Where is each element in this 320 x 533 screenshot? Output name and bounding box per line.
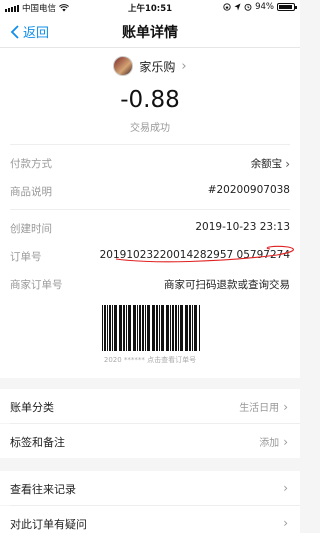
tags-notes-value: 添加 [259,438,280,449]
status-bar: 中国电信 上午10:51 94% [0,0,300,14]
barcode-caption[interactable]: 2020 ****** 点击查看订单号 [0,355,300,365]
merchant-name: 家乐购 [139,59,176,74]
battery-icon [277,3,297,11]
chevron-right-icon: › [283,399,288,414]
chevron-right-icon: › [285,156,290,171]
merchant-order-label: 商家订单号 [10,279,63,291]
chevron-right-icon: › [283,516,288,530]
status-right: 94% [223,2,297,12]
back-button[interactable]: 返回 [10,22,49,41]
battery-percent: 94% [255,2,274,12]
merchant-order-value: 商家可扫码退款或查询交易 [164,279,290,291]
battery-level [279,5,293,9]
lock-rotation-icon [223,3,231,11]
chevron-right-icon: › [181,58,187,74]
tags-notes-row[interactable]: 标签和备注 添加 › [0,424,300,458]
tags-notes-label: 标签和备注 [10,436,65,449]
description-label: 商品说明 [10,186,52,198]
view-history-chevron-wrap: › [283,481,288,495]
chevron-right-icon: › [283,481,288,495]
order-barcode[interactable] [102,305,200,351]
amount: -0.88 [120,87,180,113]
divider [10,144,290,145]
order-number-label: 订单号 [10,251,42,263]
nav-bar: 返回 账单详情 [0,14,300,48]
bill-category-label: 账单分类 [10,401,54,414]
chevron-left-icon [10,24,19,39]
dispute-label: 对此订单有疑问 [10,518,87,531]
red-underline-annotation [115,245,294,263]
payment-method-value: 余额宝 [250,158,283,170]
payment-method-row[interactable]: 付款方式 余额宝 › [10,153,290,173]
created-time-row: 创建时间 2019-10-23 23:13 [10,218,290,238]
description-value: #20200907038 [207,184,290,196]
merchant-link[interactable]: 家乐购 › [0,56,300,76]
bill-category-value: 生活日用 [239,403,280,414]
payment-method-label: 付款方式 [10,158,52,170]
chevron-right-icon: › [283,434,288,449]
transaction-status: 交易成功 [130,123,170,134]
created-time-value: 2019-10-23 23:13 [195,221,290,233]
merchant-order-row: 商家订单号 商家可扫码退款或查询交易 [10,274,290,294]
description-row: 商品说明 #20200907038 [10,181,290,201]
bill-category-value-wrap: 生活日用 › [239,399,288,415]
view-history-row[interactable]: 查看往来记录 › [0,471,300,505]
tags-notes-value-wrap: 添加 › [259,434,288,450]
alarm-icon [244,3,252,11]
dispute-chevron-wrap: › [283,516,288,530]
merchant-avatar [113,56,134,76]
bill-category-row[interactable]: 账单分类 生活日用 › [0,389,300,423]
payment-method-value-wrap: 余额宝 › [251,156,290,171]
back-label: 返回 [23,26,50,41]
view-history-label: 查看往来记录 [10,483,76,496]
dispute-row[interactable]: 对此订单有疑问 › [0,506,300,533]
created-time-label: 创建时间 [10,223,52,235]
location-icon [234,3,241,11]
divider [10,209,290,210]
